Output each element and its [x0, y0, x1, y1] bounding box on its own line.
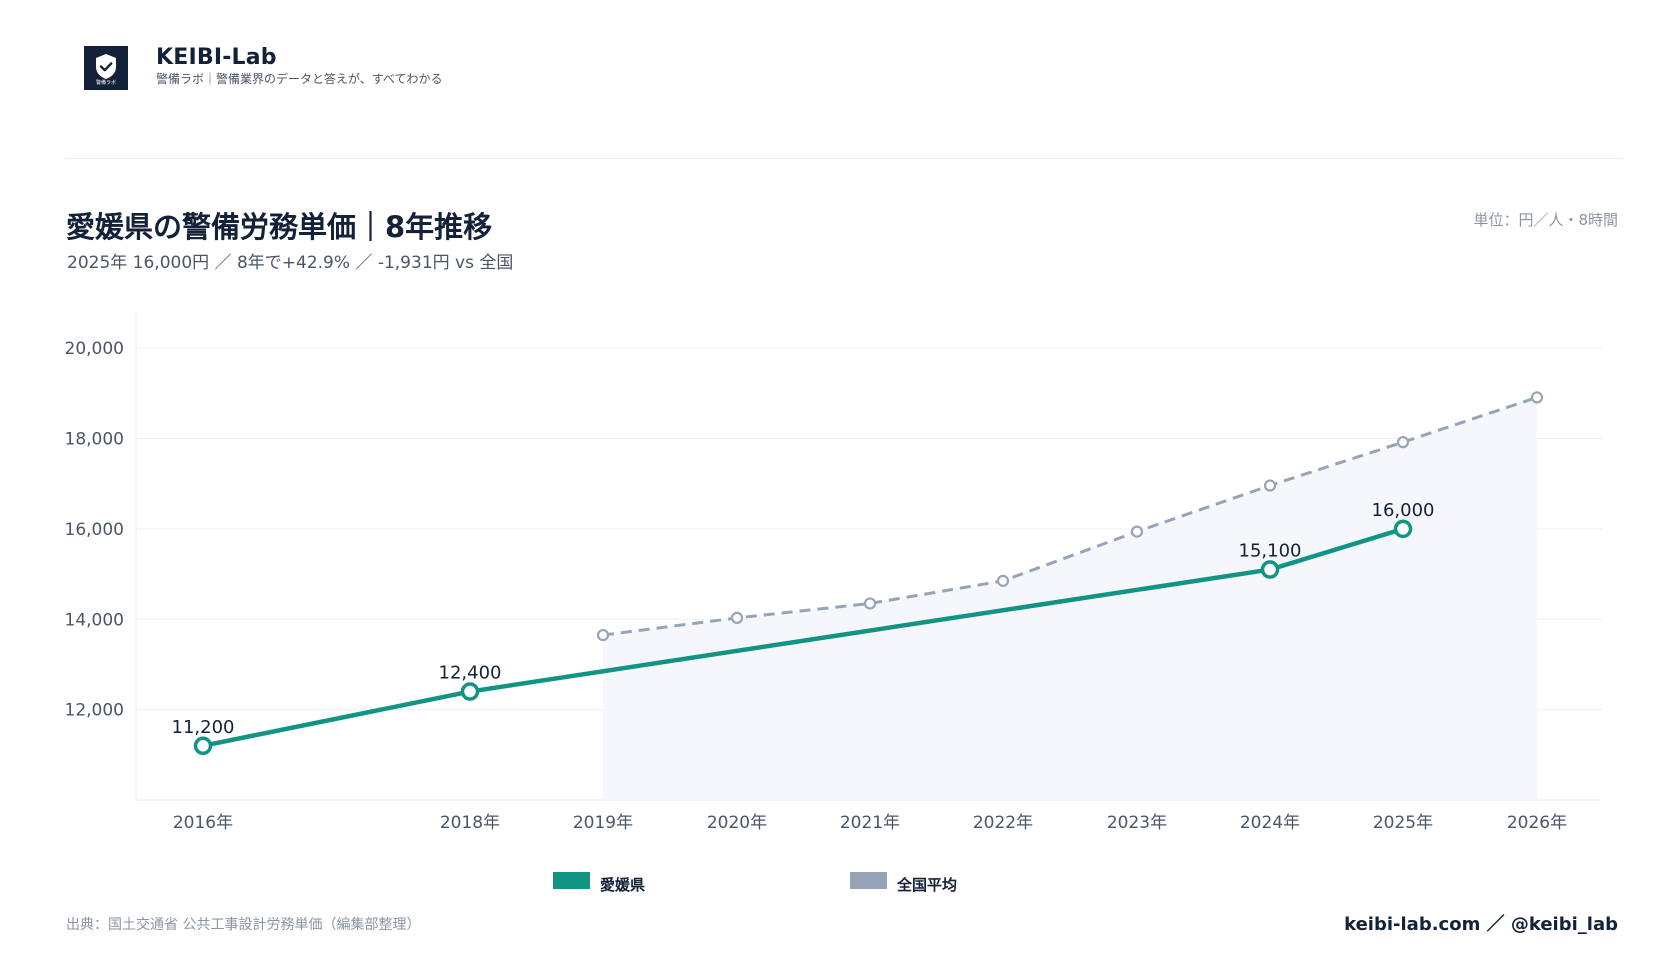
series-national-point [1396, 436, 1410, 449]
series-national-point [596, 628, 610, 642]
legend-item-ehime: 愛媛県 [553, 870, 645, 894]
legend-item-national: 全国平均 [850, 870, 957, 894]
y-tick-label: 12,000 [65, 701, 124, 721]
y-tick-label: 20,000 [65, 339, 124, 359]
x-tick-label: 2020年 [707, 813, 767, 833]
site-credit: keibi-lab.com ／ @keibi_lab [1344, 914, 1618, 935]
x-tick-label: 2018年 [440, 813, 500, 833]
x-tick-label: 2024年 [1240, 813, 1300, 833]
x-tick-label: 2023年 [1107, 813, 1167, 833]
x-tick-label: 2019年 [573, 813, 633, 833]
legend-label-ehime: 愛媛県 [600, 876, 646, 894]
series-ehime-point [193, 736, 213, 756]
x-tick-label: 2016年 [173, 813, 233, 833]
source-note: 出典：国土交通省 公共工事設計労務単価（編集部整理） [66, 917, 421, 933]
x-tick-label: 2026年 [1507, 813, 1567, 833]
data-label: 11,200 [172, 717, 235, 738]
legend-label-national: 全国平均 [897, 876, 958, 894]
series-national-point [996, 574, 1010, 587]
x-tick-label: 2022年 [973, 813, 1033, 833]
series-national-point [730, 611, 744, 625]
line-chart: 12,000 14,000 16,000 18,000 20,000 2016年 2018年… [65, 312, 1602, 833]
legend-swatch-national [850, 872, 887, 889]
x-tick-label: 2025年 [1373, 813, 1433, 833]
y-tick-label: 16,000 [65, 520, 124, 540]
series-national-point [1263, 479, 1277, 492]
y-tick-label: 18,000 [65, 430, 124, 450]
x-tick-label: 2021年 [840, 813, 900, 833]
data-label: 15,100 [1239, 541, 1302, 562]
series-ehime-point [460, 682, 480, 701]
data-label: 16,000 [1372, 500, 1435, 521]
data-label: 12,400 [439, 663, 502, 684]
series-national-point [863, 597, 877, 610]
series-ehime-point [1393, 519, 1413, 539]
series-national-point [1530, 391, 1544, 404]
y-tick-label: 14,000 [65, 610, 124, 630]
series-national-point [1130, 525, 1144, 538]
series-ehime-point [1260, 560, 1280, 579]
legend-swatch-ehime [553, 872, 590, 889]
